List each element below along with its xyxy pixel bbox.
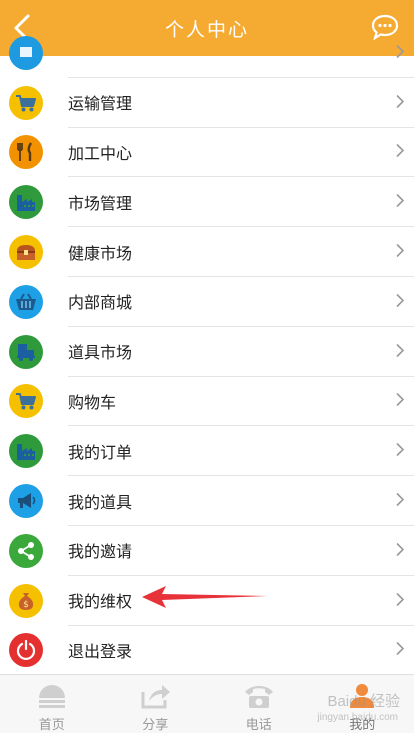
menu-item[interactable]: 我的邀请 <box>0 526 414 576</box>
watermark: Baidu 经验 <box>327 693 400 710</box>
chevron-right-icon <box>396 342 405 361</box>
chevron-right-icon <box>396 492 405 507</box>
menu-item-label: 购物车 <box>68 377 414 427</box>
chevron-right-icon <box>396 292 405 311</box>
menu-item[interactable]: 加工中心 <box>0 128 414 178</box>
menu-item-label: 加工中心 <box>68 128 414 178</box>
chevron-right-icon <box>396 642 405 656</box>
menu-item[interactable]: 退出登录 <box>0 626 414 676</box>
factory-icon <box>9 185 43 220</box>
share-arrow-icon <box>141 685 171 709</box>
menu-item-label: 内部商城 <box>68 277 414 327</box>
menu-item-label: 我的邀请 <box>68 526 414 576</box>
menu-item[interactable]: 运输管理 <box>0 78 414 128</box>
chevron-right-icon <box>396 343 405 357</box>
chevron-right-icon <box>396 492 405 511</box>
chevron-right-icon <box>396 94 405 108</box>
chevron-right-icon <box>396 243 405 262</box>
menu-item[interactable]: 购物车 <box>0 377 414 427</box>
fork-knife-icon <box>9 135 43 170</box>
menu-item[interactable]: 道具市场 <box>0 327 414 377</box>
chevron-right-icon <box>396 143 405 162</box>
chevron-right-icon <box>396 392 405 411</box>
factory-icon <box>9 434 43 469</box>
menu-item-label: 我的订单 <box>68 426 414 477</box>
chevron-right-icon <box>396 541 405 560</box>
cart-icon <box>9 85 43 120</box>
menu-item[interactable] <box>0 28 414 78</box>
tab-phone[interactable]: 电话 <box>207 675 311 733</box>
chevron-right-icon <box>396 44 405 58</box>
megaphone-icon <box>9 484 43 519</box>
menu-item-label <box>68 28 414 78</box>
chevron-right-icon <box>396 244 405 258</box>
menu-item-label: 运输管理 <box>68 78 414 128</box>
partial-icon <box>9 35 43 70</box>
chevron-right-icon <box>396 542 405 556</box>
menu-item-label: 市场管理 <box>68 177 414 228</box>
menu-item[interactable]: 我的道具 <box>0 476 414 526</box>
menu-item-label: 健康市场 <box>68 227 414 277</box>
tab-home[interactable]: 首页 <box>0 675 104 733</box>
chevron-right-icon <box>396 443 405 457</box>
tab-label: 分享 <box>142 718 169 733</box>
menu-item[interactable]: 我的订单 <box>0 426 414 477</box>
tab-label: 电话 <box>245 718 272 733</box>
menu-item[interactable]: 市场管理 <box>0 177 414 228</box>
chevron-right-icon <box>396 144 405 158</box>
chevron-right-icon <box>396 193 405 212</box>
money-bag-icon: $ <box>9 583 43 618</box>
menu-item[interactable]: 内部商城 <box>0 277 414 327</box>
chevron-right-icon <box>396 442 405 461</box>
cart-icon <box>9 384 43 419</box>
chevron-right-icon <box>396 43 405 62</box>
treasure-box-icon <box>9 235 43 270</box>
truck-icon <box>9 334 43 369</box>
annotation-arrow-icon <box>142 586 268 608</box>
menu-item-label: 我的道具 <box>68 476 414 526</box>
chevron-right-icon <box>396 592 405 606</box>
home-icon <box>38 685 65 708</box>
share-icon <box>9 533 43 568</box>
menu-item-label: 道具市场 <box>68 327 414 377</box>
tab-label: 首页 <box>38 718 65 733</box>
menu-item-label: 退出登录 <box>68 626 414 676</box>
phone-icon <box>244 686 273 708</box>
tab-share[interactable]: 分享 <box>104 675 208 733</box>
power-icon <box>9 633 43 668</box>
chevron-right-icon <box>396 93 405 112</box>
svg-text:$: $ <box>23 600 29 610</box>
basket-icon <box>9 284 43 319</box>
menu-list: 运输管理 加工中心 市场管理 健康市场 内部商城 道具市场 购物车 我的订单 我的道具 我的邀请 $… <box>0 28 414 676</box>
chevron-right-icon <box>396 591 405 610</box>
chevron-right-icon <box>396 293 405 307</box>
chevron-right-icon <box>396 194 405 208</box>
watermark-url: jingyan.baidu.com <box>317 712 398 723</box>
menu-item[interactable]: 健康市场 <box>0 227 414 277</box>
chevron-right-icon <box>396 641 405 660</box>
chevron-right-icon <box>396 393 405 407</box>
